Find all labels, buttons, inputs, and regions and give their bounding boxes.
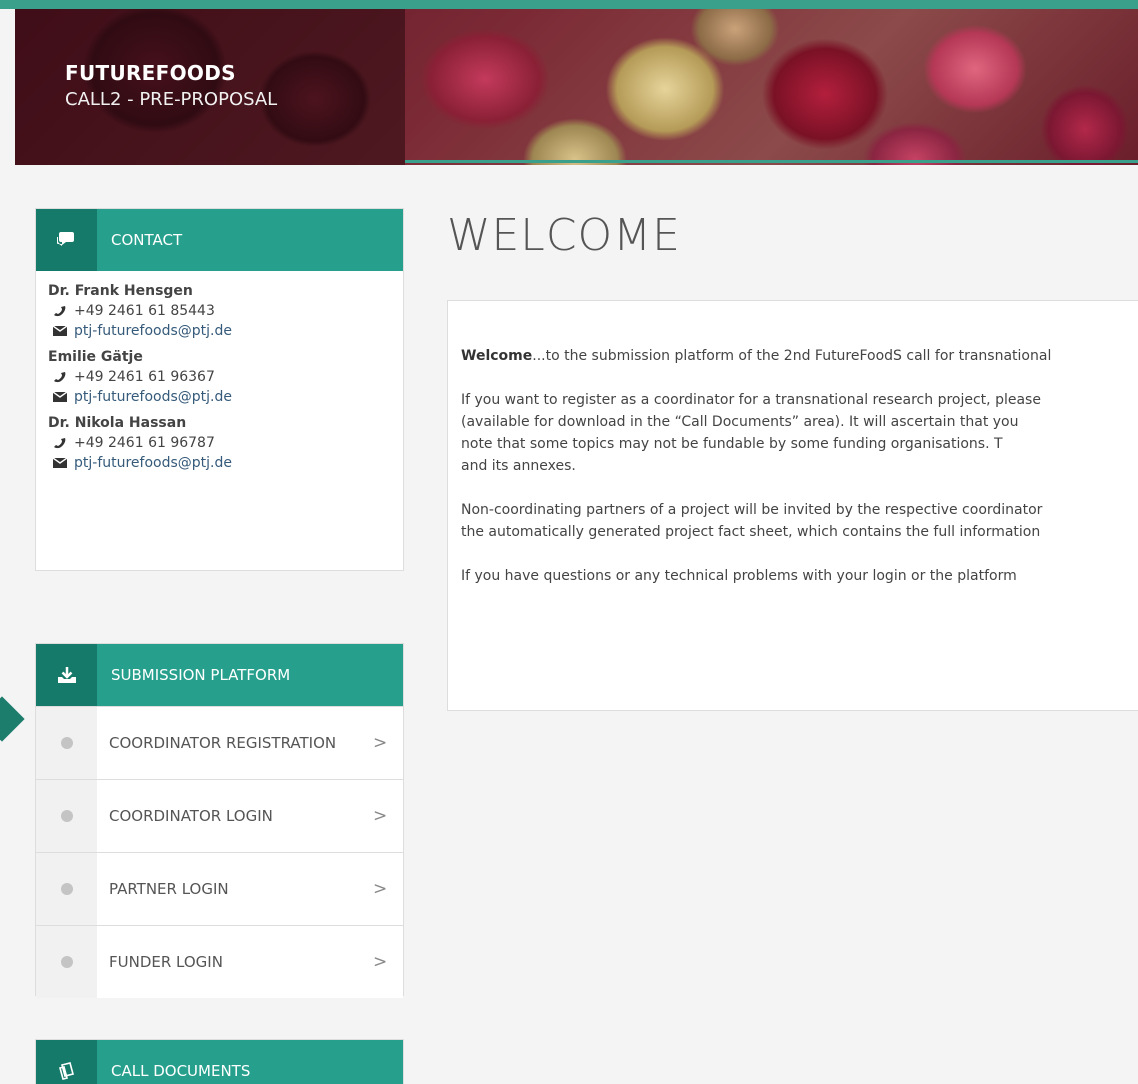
contact-phone: +49 2461 61 96367 [74,369,215,385]
contact-email-link[interactable]: ptj-futurefoods@ptj.de [74,323,232,339]
submission-panel: SUBMISSION PLATFORM COORDINATOR REGISTRA… [35,643,404,998]
bullet-column [36,853,97,925]
paragraph-3-line-1: Non-coordinating partners of a project w… [461,502,1043,518]
paragraph-3-line-2: the automatically generated project fact… [461,524,1041,540]
header-banner: FUTUREFOODS CALL2 - PRE-PROPOSAL [15,9,1138,165]
active-pointer-arrow-icon [0,696,25,742]
contact-email-link[interactable]: ptj-futurefoods@ptj.de [74,455,232,471]
bullet-dot-icon [60,883,73,895]
chevron-right-icon: > [373,879,388,899]
welcome-paragraph-4: If you have questions or any technical p… [461,565,1138,587]
welcome-text: Welcome...to the submission platform of … [461,345,1138,609]
menu-partner-login[interactable]: PARTNER LOGIN > [36,852,403,925]
welcome-paragraph-1: Welcome...to the submission platform of … [461,345,1138,367]
paragraph-2-line-2: (available for download in the “Call Doc… [461,414,1019,430]
contact-list: Dr. Frank Hensgen +49 2461 61 85443 ptj-… [36,271,403,485]
phone-icon [51,437,69,449]
call-documents-header[interactable]: CALL DOCUMENTS [36,1040,403,1084]
paragraph-4-text: If you have questions or any technical p… [461,568,1017,584]
envelope-icon [51,458,69,468]
menu-coordinator-registration[interactable]: COORDINATOR REGISTRATION > [36,706,403,779]
top-accent-line [0,0,1138,9]
welcome-paragraph-2: If you want to register as a coordinator… [461,389,1138,477]
page-title: WELCOME [447,210,681,261]
submission-heading: SUBMISSION PLATFORM [111,666,291,684]
menu-label: FUNDER LOGIN [109,953,223,971]
call-documents-heading: CALL DOCUMENTS [111,1062,251,1080]
envelope-icon [51,392,69,402]
contact-phone-row: +49 2461 61 96367 [48,369,391,385]
chat-icon [36,209,97,271]
bullet-column [36,926,97,998]
contact-heading: CONTACT [111,231,183,249]
contact-email-row: ptj-futurefoods@ptj.de [48,455,391,471]
bullet-dot-icon [60,737,73,749]
site-title: FUTUREFOODS [65,61,236,85]
header-accent-line [405,160,1138,163]
paragraph-2-line-4: and its annexes. [461,458,576,474]
menu-label: PARTNER LOGIN [109,880,229,898]
bullet-dot-icon [60,810,73,822]
phone-icon [51,371,69,383]
contact-name: Emilie Gätje [48,349,143,365]
contact-email-row: ptj-futurefoods@ptj.de [48,389,391,405]
download-icon [36,644,97,706]
menu-label: COORDINATOR LOGIN [109,807,273,825]
chevron-right-icon: > [373,733,388,753]
contact-phone-row: +49 2461 61 96787 [48,435,391,451]
call-documents-panel: CALL DOCUMENTS [35,1039,404,1084]
contact-phone: +49 2461 61 96787 [74,435,215,451]
phone-icon [51,305,69,317]
bullet-column [36,780,97,852]
chevron-right-icon: > [373,952,388,972]
menu-label: COORDINATOR REGISTRATION [109,734,337,752]
paragraph-2-line-3: note that some topics may not be fundabl… [461,436,1003,452]
documents-icon [36,1040,97,1084]
contact-phone: +49 2461 61 85443 [74,303,215,319]
bullet-dot-icon [60,956,73,968]
welcome-paragraph-3: Non-coordinating partners of a project w… [461,499,1138,543]
paragraph-2-line-1: If you want to register as a coordinator… [461,392,1041,408]
contact-email-link[interactable]: ptj-futurefoods@ptj.de [74,389,232,405]
menu-coordinator-login[interactable]: COORDINATOR LOGIN > [36,779,403,852]
bullet-column [36,707,97,779]
header-overlay [15,9,405,165]
menu-funder-login[interactable]: FUNDER LOGIN > [36,925,403,998]
contact-email-row: ptj-futurefoods@ptj.de [48,323,391,339]
welcome-content-box: Welcome...to the submission platform of … [447,300,1138,711]
contact-panel-header: CONTACT [36,209,403,271]
contact-name: Dr. Frank Hensgen [48,283,193,299]
chevron-right-icon: > [373,806,388,826]
contact-panel: CONTACT Dr. Frank Hensgen +49 2461 61 85… [35,208,404,571]
site-subtitle: CALL2 - PRE-PROPOSAL [65,89,278,110]
contact-name: Dr. Nikola Hassan [48,415,187,431]
welcome-bold: Welcome [461,348,533,364]
envelope-icon [51,326,69,336]
contact-phone-row: +49 2461 61 85443 [48,303,391,319]
submission-panel-header: SUBMISSION PLATFORM [36,644,403,706]
welcome-paragraph-1-text: ...to the submission platform of the 2nd… [532,348,1052,364]
